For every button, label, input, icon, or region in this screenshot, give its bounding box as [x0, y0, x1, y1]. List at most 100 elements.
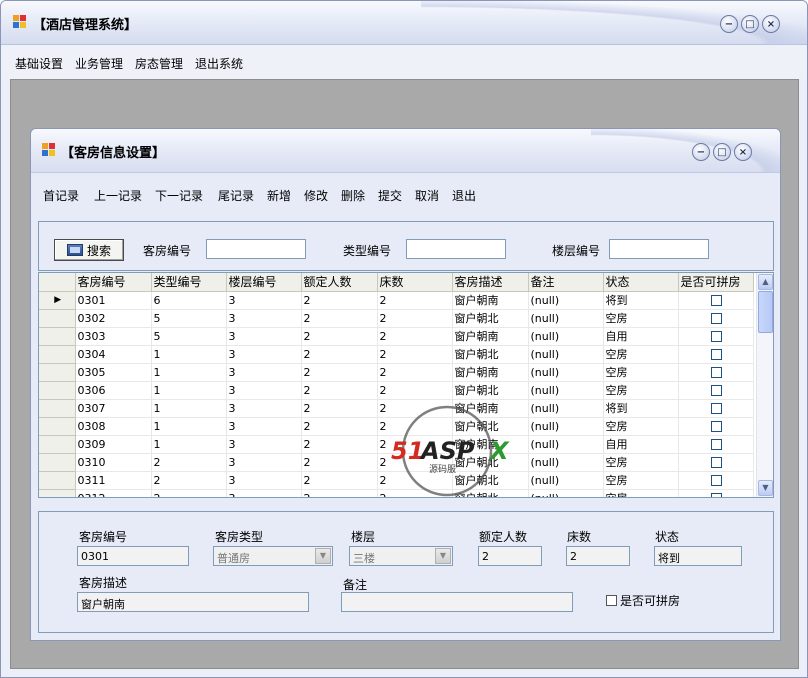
search-type-no-input[interactable] [406, 239, 506, 259]
table-cell[interactable]: 窗户朝北 [452, 489, 529, 497]
table-cell[interactable]: 0310 [75, 453, 152, 472]
col-capacity[interactable]: 额定人数 [301, 273, 378, 292]
child-minimize-icon[interactable]: − [692, 143, 710, 161]
child-title-bar[interactable]: 【客房信息设置】 − □ × [31, 129, 780, 173]
table-cell[interactable]: 5 [151, 309, 227, 328]
checkbox-icon[interactable] [711, 367, 722, 378]
table-cell[interactable]: 2 [377, 363, 453, 382]
table-cell[interactable]: (null) [528, 345, 604, 364]
checkbox-icon[interactable] [711, 349, 722, 360]
table-cell[interactable]: 2 [377, 453, 453, 472]
delete-button[interactable]: 删除 [341, 187, 365, 204]
table-cell[interactable]: 自用 [603, 435, 679, 454]
table-cell[interactable]: 3 [226, 363, 302, 382]
table-cell[interactable]: 2 [301, 399, 378, 418]
table-cell[interactable]: 2 [301, 327, 378, 346]
table-cell[interactable]: 2 [301, 471, 378, 490]
child-close-icon[interactable]: × [734, 143, 752, 161]
table-cell[interactable]: (null) [528, 489, 604, 497]
checkbox-icon[interactable] [711, 331, 722, 342]
last-record-button[interactable]: 尾记录 [218, 187, 254, 204]
table-cell-shareable[interactable] [678, 309, 754, 328]
table-cell[interactable]: 空房 [603, 417, 679, 436]
table-cell[interactable]: 0301 [75, 291, 152, 310]
table-row[interactable]: 0307 1 3 2 2 窗户朝南 (null) 将到 [39, 399, 754, 418]
edit-button[interactable]: 修改 [304, 187, 328, 204]
table-cell[interactable]: (null) [528, 417, 604, 436]
table-cell[interactable]: 空房 [603, 363, 679, 382]
row-header[interactable] [39, 345, 76, 364]
table-cell-shareable[interactable] [678, 399, 754, 418]
table-cell[interactable]: 2 [377, 417, 453, 436]
table-cell[interactable]: 1 [151, 345, 227, 364]
maximize-icon[interactable]: □ [741, 15, 759, 33]
main-title-bar[interactable]: 【酒店管理系统】 − □ × [1, 1, 807, 45]
first-record-button[interactable]: 首记录 [43, 187, 79, 204]
table-cell[interactable]: 空房 [603, 489, 679, 497]
detail-shareable-checkbox[interactable]: 是否可拼房 [606, 592, 680, 609]
table-cell[interactable]: 0308 [75, 417, 152, 436]
table-cell[interactable]: 将到 [603, 291, 679, 310]
table-cell[interactable]: 2 [377, 399, 453, 418]
detail-room-type-select[interactable]: 普通房 ▼ [213, 546, 333, 566]
col-shareable[interactable]: 是否可拼房 [678, 273, 754, 292]
table-cell[interactable]: 窗户朝北 [452, 345, 529, 364]
table-cell[interactable]: 0302 [75, 309, 152, 328]
table-cell[interactable]: (null) [528, 453, 604, 472]
table-cell-shareable[interactable] [678, 363, 754, 382]
table-row[interactable]: 0306 1 3 2 2 窗户朝北 (null) 空房 [39, 381, 754, 400]
scroll-down-icon[interactable]: ▼ [758, 480, 773, 496]
table-cell-shareable[interactable] [678, 345, 754, 364]
table-cell[interactable]: 2 [301, 435, 378, 454]
table-cell[interactable]: 窗户朝北 [452, 309, 529, 328]
table-cell[interactable]: 0303 [75, 327, 152, 346]
table-cell-shareable[interactable] [678, 381, 754, 400]
table-cell[interactable]: 1 [151, 435, 227, 454]
table-cell[interactable]: 窗户朝北 [452, 453, 529, 472]
table-cell[interactable]: (null) [528, 291, 604, 310]
table-row[interactable]: ▶ 0301 6 3 2 2 窗户朝南 (null) 将到 [39, 291, 754, 310]
table-cell[interactable]: 空房 [603, 309, 679, 328]
row-header[interactable] [39, 399, 76, 418]
table-cell[interactable]: 2 [377, 327, 453, 346]
table-row[interactable]: 0310 2 3 2 2 窗户朝北 (null) 空房 [39, 453, 754, 472]
table-cell[interactable]: 窗户朝南 [452, 363, 529, 382]
table-cell[interactable]: 2 [377, 471, 453, 490]
row-header[interactable] [39, 471, 76, 490]
add-button[interactable]: 新增 [267, 187, 291, 204]
table-row[interactable]: 0311 2 3 2 2 窗户朝北 (null) 空房 [39, 471, 754, 490]
scroll-up-icon[interactable]: ▲ [758, 274, 773, 290]
close-icon[interactable]: × [762, 15, 780, 33]
checkbox-icon[interactable] [711, 457, 722, 468]
table-cell-shareable[interactable] [678, 435, 754, 454]
checkbox-icon[interactable] [711, 403, 722, 414]
detail-status-field[interactable]: 将到 [654, 546, 742, 566]
table-row[interactable]: 0308 1 3 2 2 窗户朝北 (null) 空房 [39, 417, 754, 436]
table-cell[interactable]: 0309 [75, 435, 152, 454]
table-cell[interactable]: (null) [528, 471, 604, 490]
table-row[interactable]: 0303 5 3 2 2 窗户朝南 (null) 自用 [39, 327, 754, 346]
search-room-no-input[interactable] [206, 239, 306, 259]
table-cell[interactable]: 2 [301, 489, 378, 497]
minimize-icon[interactable]: − [720, 15, 738, 33]
table-row[interactable]: 0305 1 3 2 2 窗户朝南 (null) 空房 [39, 363, 754, 382]
next-record-button[interactable]: 下一记录 [155, 187, 203, 204]
checkbox-icon[interactable] [711, 385, 722, 396]
table-cell[interactable]: 1 [151, 381, 227, 400]
menu-business[interactable]: 业务管理 [75, 55, 123, 72]
table-cell[interactable]: 2 [301, 291, 378, 310]
table-cell[interactable]: 2 [301, 309, 378, 328]
table-cell[interactable]: 3 [226, 489, 302, 497]
table-cell[interactable]: 空房 [603, 345, 679, 364]
menu-room-status[interactable]: 房态管理 [135, 55, 183, 72]
table-cell[interactable]: 2 [377, 435, 453, 454]
table-cell[interactable]: 窗户朝北 [452, 471, 529, 490]
table-row[interactable]: 0304 1 3 2 2 窗户朝北 (null) 空房 [39, 345, 754, 364]
table-cell[interactable]: (null) [528, 435, 604, 454]
table-cell[interactable]: 窗户朝南 [452, 327, 529, 346]
table-cell[interactable]: 空房 [603, 381, 679, 400]
row-header[interactable] [39, 381, 76, 400]
detail-capacity-field[interactable]: 2 [478, 546, 542, 566]
checkbox-icon[interactable] [711, 421, 722, 432]
table-cell[interactable]: 2 [377, 381, 453, 400]
